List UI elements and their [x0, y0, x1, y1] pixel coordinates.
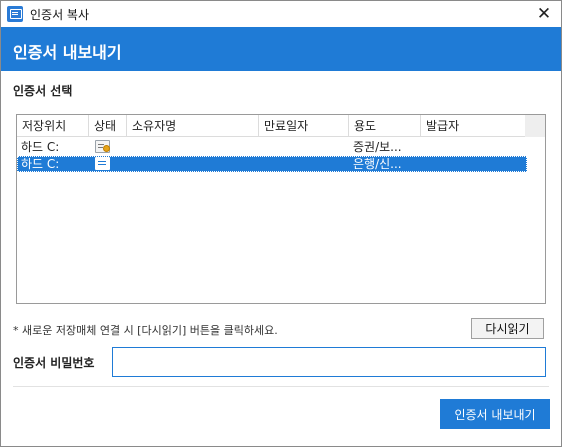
password-input[interactable] — [112, 347, 546, 377]
column-header-usage[interactable]: 용도 — [349, 115, 421, 137]
certificate-list[interactable]: 저장위치 상태 소유자명 만료일자 용도 발급자 하드 C: 증권/보... 하… — [16, 114, 546, 304]
cell-owner — [127, 156, 259, 172]
cell-status — [89, 139, 127, 155]
column-header-issuer[interactable]: 발급자 — [421, 115, 525, 137]
column-header-expiry[interactable]: 만료일자 — [259, 115, 349, 137]
cell-expiry — [259, 139, 349, 155]
dialog-title: 인증서 내보내기 — [13, 43, 122, 62]
cert-select-label: 인증서 선택 — [13, 84, 73, 98]
list-header: 저장위치 상태 소유자명 만료일자 용도 발급자 — [17, 115, 545, 137]
cell-usage: 증권/보... — [353, 140, 402, 154]
table-row[interactable]: 하드 C: 증권/보... — [17, 139, 527, 155]
divider — [13, 386, 549, 387]
certificate-icon — [95, 140, 110, 153]
window-title: 인증서 복사 — [30, 8, 90, 22]
dialog-header: 인증서 내보내기 — [1, 27, 561, 71]
column-header-owner[interactable]: 소유자명 — [127, 115, 259, 137]
reload-notice: * 새로운 저장매체 연결 시 [다시읽기] 버튼을 클릭하세요. — [13, 324, 278, 337]
reload-button[interactable]: 다시읽기 — [471, 318, 544, 339]
cell-status — [89, 156, 127, 172]
cell-usage: 은행/신... — [353, 157, 402, 171]
column-header-location[interactable]: 저장위치 — [17, 115, 89, 137]
export-button[interactable]: 인증서 내보내기 — [440, 399, 550, 429]
close-button[interactable]: ✕ — [533, 3, 555, 25]
certificate-icon — [95, 157, 110, 170]
cell-issuer — [421, 156, 525, 172]
column-header-status[interactable]: 상태 — [89, 115, 127, 137]
title-bar: 인증서 복사 ✕ — [1, 1, 561, 27]
cert-copy-window: 인증서 복사 ✕ 인증서 내보내기 인증서 선택 저장위치 상태 소유자명 만료… — [0, 0, 562, 447]
password-label: 인증서 비밀번호 — [13, 356, 95, 370]
cell-location: 하드 C: — [21, 157, 60, 171]
cell-location: 하드 C: — [21, 140, 60, 154]
cell-issuer — [421, 139, 525, 155]
table-row-selected[interactable]: 하드 C: 은행/신... — [17, 156, 527, 172]
cell-owner — [127, 139, 259, 155]
cell-expiry — [259, 156, 349, 172]
header-filler — [525, 115, 545, 137]
app-certificate-icon — [7, 6, 23, 22]
